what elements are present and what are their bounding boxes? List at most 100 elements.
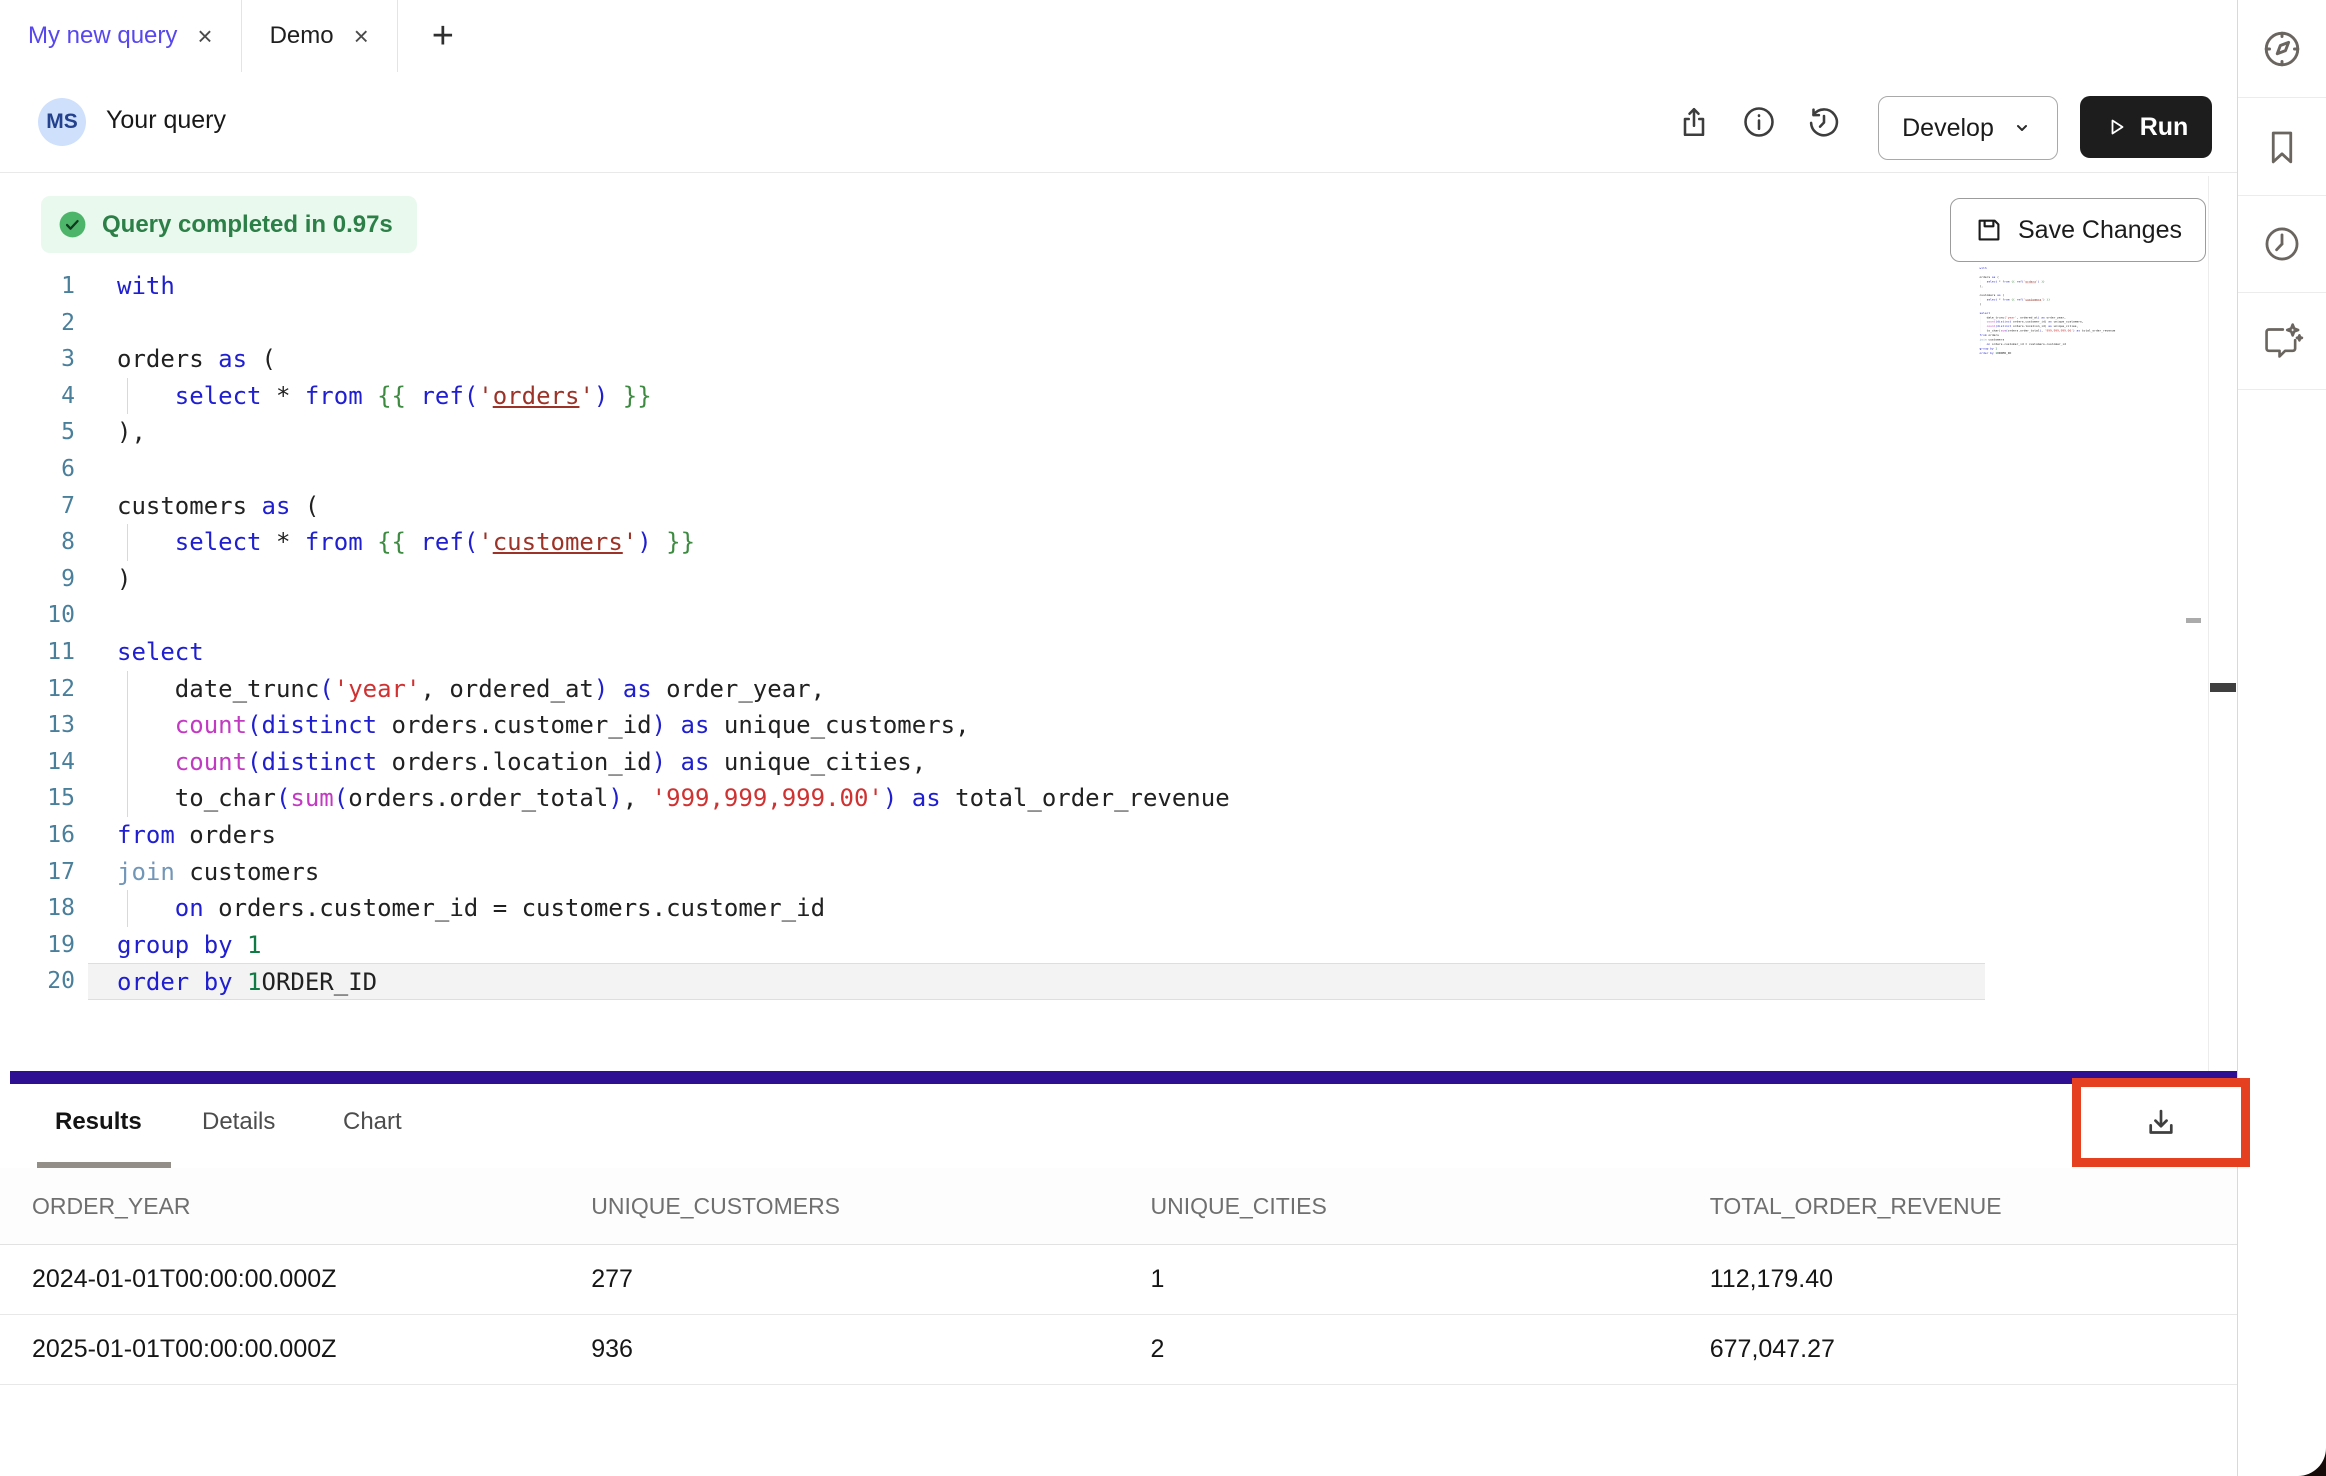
column-header: UNIQUE_CITIES: [1119, 1168, 1678, 1245]
chat-sparkles-icon[interactable]: [2238, 292, 2326, 390]
code-line[interactable]: ): [88, 561, 1985, 598]
code-line[interactable]: order by 1ORDER_ID: [88, 963, 1985, 1000]
page-title: Your query: [106, 106, 226, 135]
run-label: Run: [2140, 113, 2189, 142]
line-number: 9: [0, 561, 75, 598]
code-line[interactable]: to_char(sum(orders.order_total), '999,99…: [88, 780, 1985, 817]
code-line[interactable]: from orders: [88, 817, 1985, 854]
history-icon[interactable]: [1804, 102, 1844, 142]
tab-demo[interactable]: Demo ×: [242, 0, 398, 72]
download-icon[interactable]: [2142, 1104, 2180, 1142]
table-cell: 2025-01-01T00:00:00.000Z: [0, 1315, 559, 1385]
results-tab-details[interactable]: Details: [202, 1108, 275, 1136]
query-status-badge: Query completed in 0.97s: [41, 196, 417, 253]
line-number: 4: [0, 378, 75, 415]
tab-label: Demo: [270, 22, 334, 50]
code-line[interactable]: select: [88, 634, 1985, 671]
info-icon[interactable]: [1739, 102, 1779, 142]
code-editor[interactable]: with orders as ( select * from {{ ref('or…: [88, 268, 1985, 1000]
table-cell: 677,047.27: [1678, 1315, 2237, 1385]
code-line[interactable]: order by 1ORDER_ID: [1976, 351, 2208, 355]
code-line[interactable]: with: [88, 268, 1985, 305]
table-cell: 1: [1119, 1245, 1678, 1315]
develop-dropdown[interactable]: Develop: [1878, 96, 2058, 160]
code-line[interactable]: orders as (: [88, 341, 1985, 378]
play-icon: [2104, 115, 2128, 139]
indent-guide: [127, 890, 128, 927]
editor-scrollbar-track: [2208, 176, 2209, 1071]
tab-my-new-query[interactable]: My new query ×: [0, 0, 242, 72]
code-line[interactable]: join customers: [88, 854, 1985, 891]
line-number: 16: [0, 817, 75, 854]
indent-guide: [127, 378, 128, 415]
code-minimap[interactable]: withorders as ( select * from {{ ref('or…: [1976, 266, 2208, 396]
column-header: ORDER_YEAR: [0, 1168, 559, 1245]
code-line[interactable]: select * from {{ ref('customers') }}: [88, 524, 1985, 561]
line-number: 13: [0, 707, 75, 744]
compass-icon[interactable]: [2238, 0, 2326, 98]
close-tab-icon[interactable]: ×: [197, 23, 212, 49]
scrollbar-marker: [2186, 618, 2201, 623]
code-line[interactable]: customers as (: [88, 488, 1985, 525]
code-line[interactable]: count(distinct orders.customer_id) as un…: [88, 707, 1985, 744]
code-line[interactable]: ),: [88, 414, 1985, 451]
develop-label: Develop: [1902, 114, 1994, 143]
status-text: Query completed in 0.97s: [102, 211, 393, 239]
indent-guide: [127, 524, 128, 561]
code-line[interactable]: date_trunc('year', ordered_at) as order_…: [88, 671, 1985, 708]
line-number: 10: [0, 597, 75, 634]
line-number: 2: [0, 305, 75, 342]
table-cell: 936: [559, 1315, 1118, 1385]
save-changes-button[interactable]: Save Changes: [1950, 198, 2206, 262]
line-number: 12: [0, 671, 75, 708]
run-button[interactable]: Run: [2080, 96, 2212, 158]
code-line[interactable]: on orders.customer_id = customers.custom…: [88, 890, 1985, 927]
line-number: 3: [0, 341, 75, 378]
results-table: ORDER_YEARUNIQUE_CUSTOMERSUNIQUE_CITIEST…: [0, 1168, 2237, 1385]
panel-resize-handle[interactable]: [2210, 683, 2236, 692]
indent-guide: [127, 780, 128, 817]
table-header-row: ORDER_YEARUNIQUE_CUSTOMERSUNIQUE_CITIEST…: [0, 1168, 2237, 1245]
code-line[interactable]: [88, 451, 1985, 488]
close-tab-icon[interactable]: ×: [354, 23, 369, 49]
line-number: 18: [0, 890, 75, 927]
column-header: UNIQUE_CUSTOMERS: [559, 1168, 1118, 1245]
indent-guide: [127, 707, 128, 744]
line-number: 17: [0, 854, 75, 891]
avatar: MS: [38, 98, 86, 146]
code-line[interactable]: select * from {{ ref('orders') }}: [88, 378, 1985, 415]
line-number: 19: [0, 927, 75, 964]
results-tab-results[interactable]: Results: [55, 1108, 142, 1136]
right-sidebar: [2238, 0, 2326, 1476]
code-line[interactable]: [88, 305, 1985, 342]
code-line[interactable]: [88, 597, 1985, 634]
column-header: TOTAL_ORDER_REVENUE: [1678, 1168, 2237, 1245]
code-line[interactable]: count(distinct orders.location_id) as un…: [88, 744, 1985, 781]
table-cell: 112,179.40: [1678, 1245, 2237, 1315]
table-cell: 277: [559, 1245, 1118, 1315]
line-number: 20: [0, 963, 75, 1000]
results-tab-chart[interactable]: Chart: [343, 1108, 402, 1136]
line-number: 1: [0, 268, 75, 305]
share-icon[interactable]: [1674, 102, 1714, 142]
table-row[interactable]: 2024-01-01T00:00:00.000Z2771112,179.40: [0, 1245, 2237, 1315]
pane-divider-bar[interactable]: [10, 1071, 2237, 1084]
tab-label: My new query: [28, 22, 177, 50]
check-circle-icon: [57, 209, 88, 240]
line-number: 7: [0, 488, 75, 525]
line-number: 5: [0, 414, 75, 451]
query-header: MS Your query Develop Run: [0, 72, 2237, 173]
line-number: 8: [0, 524, 75, 561]
table-row[interactable]: 2025-01-01T00:00:00.000Z9362677,047.27: [0, 1315, 2237, 1385]
line-number: 14: [0, 744, 75, 781]
bookmark-icon[interactable]: [2238, 98, 2326, 196]
table-cell: 2: [1119, 1315, 1678, 1385]
table-cell: 2024-01-01T00:00:00.000Z: [0, 1245, 559, 1315]
indent-guide: [127, 671, 128, 708]
line-number: 6: [0, 451, 75, 488]
code-line[interactable]: group by 1: [88, 927, 1985, 964]
clock-icon[interactable]: [2238, 195, 2326, 293]
new-tab-button[interactable]: +: [398, 0, 488, 72]
window-rounded-corner: [2256, 1430, 2326, 1476]
save-icon: [1974, 215, 2004, 245]
